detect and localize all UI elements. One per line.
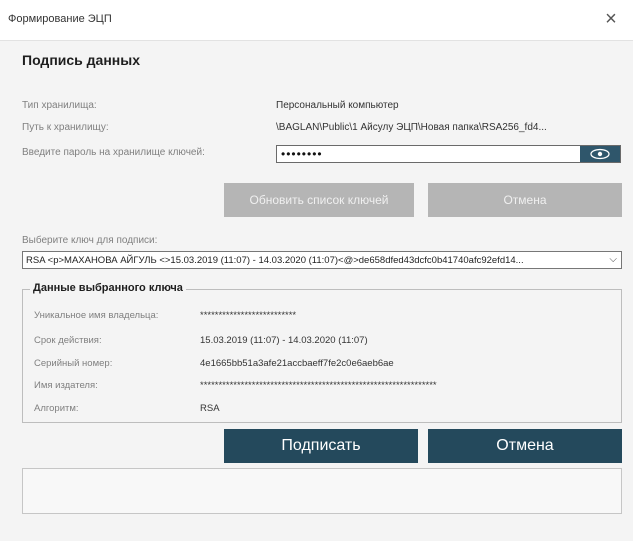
chevron-down-icon: ⌵ (609, 254, 617, 265)
title-bar: Формирование ЭЦП × (0, 0, 633, 41)
serial-value: 4e1665bb51a3afe21accbaeff7fe2c0e6aeb6ae (200, 358, 394, 369)
refresh-keys-button[interactable]: Обновить список ключей (224, 183, 414, 217)
storage-type-label: Тип хранилища: (22, 100, 97, 111)
algorithm-value: RSA (200, 403, 220, 414)
key-select[interactable]: RSA <p>МАХАНОВА АЙГУЛЬ <>15.03.2019 (11:… (22, 251, 622, 269)
key-details-title: Данные выбранного ключа (30, 282, 186, 294)
status-area (22, 468, 622, 514)
serial-label: Серийный номер: (34, 358, 113, 369)
page-title: Подпись данных (22, 52, 140, 68)
key-select-value: RSA <p>МАХАНОВА АЙГУЛЬ <>15.03.2019 (11:… (26, 255, 524, 266)
eye-icon[interactable] (580, 146, 620, 162)
signature-dialog: Формирование ЭЦП × Подпись данных Тип хр… (0, 0, 633, 541)
storage-type-value: Персональный компьютер (276, 100, 399, 111)
cancel-top-button[interactable]: Отмена (428, 183, 622, 217)
owner-label: Уникальное имя владельца: (34, 310, 159, 321)
validity-label: Срок действия: (34, 335, 102, 346)
password-label: Введите пароль на хранилище ключей: (22, 147, 205, 158)
validity-value: 15.03.2019 (11:07) - 14.03.2020 (11:07) (200, 335, 368, 346)
close-icon[interactable]: × (599, 7, 623, 31)
algorithm-label: Алгоритм: (34, 403, 79, 414)
sign-button[interactable]: Подписать (224, 429, 418, 463)
cancel-bottom-button[interactable]: Отмена (428, 429, 622, 463)
password-value: •••••••• (281, 147, 323, 161)
password-field[interactable]: •••••••• (276, 145, 621, 163)
window-title: Формирование ЭЦП (8, 13, 112, 25)
issuer-value: ****************************************… (200, 380, 437, 391)
key-select-label: Выберите ключ для подписи: (22, 235, 158, 246)
storage-path-label: Путь к хранилищу: (22, 122, 109, 133)
owner-value: ************************** (200, 310, 297, 321)
storage-path-value: \BAGLAN\Public\1 Айсулу ЭЦП\Новая папка\… (276, 122, 547, 133)
issuer-label: Имя издателя: (34, 380, 98, 391)
